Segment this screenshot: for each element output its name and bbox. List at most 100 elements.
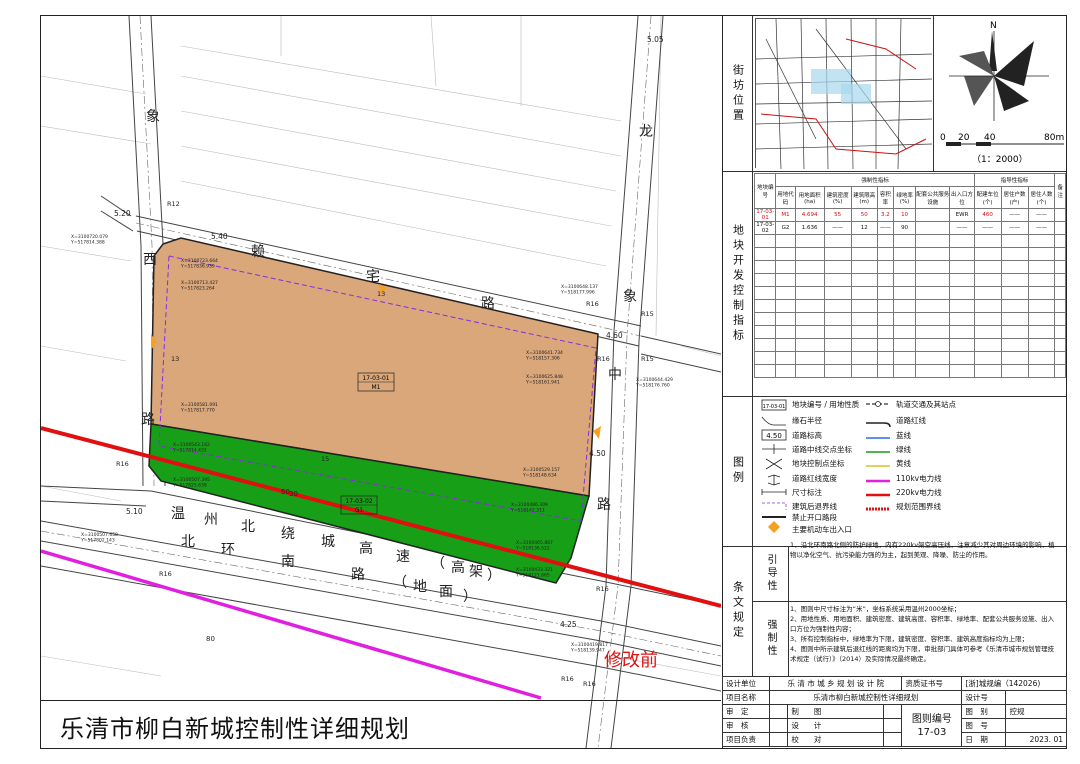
legend-swatch [761,489,787,495]
table-cell: 55 [823,208,852,222]
dim-label: 30 [289,490,298,498]
table-cell: 12 [850,221,878,235]
legend-label: 轨道交通及其站点 [896,399,956,409]
table-row: 17-03-02 G2 1.636 —— 12 —— 90 —— —— —— —… [753,221,1066,235]
legend-label: 地块编号 / 用地性质 [792,399,860,409]
legend-label: 地块控制点坐标 [792,458,845,468]
table-row [753,351,1066,365]
force-title: 强制性 [753,601,789,676]
table-cell: 1.636 [794,221,825,235]
table-cell: —— [1000,208,1029,222]
ring-char: 路 [351,567,365,583]
legend-sample: 4.50 [766,432,782,440]
map-canvas: 17-03-01 M1 17-03-02 G1 象 西 路 龙 象 中 路 赖 … [41,16,721,748]
highway-char: （ [431,556,445,572]
coord-label: X=3100713.427 Y=517823.264 [180,280,218,291]
table-row [753,312,1066,326]
coord-label: X=3100720.079 Y=517814.388 [70,234,108,245]
scale-tick: 80m [1044,133,1064,143]
tb-value: 17-03 [917,726,947,738]
scale-text: （1：2000） [972,154,1028,165]
road-name-char: 路 [597,497,611,513]
road-name-char: 宅 [366,269,380,285]
tb-label: 审 核 [721,718,771,733]
coord-label: X=3100465.867 Y=518136.522 [515,540,553,551]
table-cell: M1 [775,208,796,222]
ring-char: 北 [181,534,195,550]
table-row [753,260,1066,274]
compass-area: N 0 20 40 80m （1：2000） [933,16,1067,171]
legend-label: 主要机动车出入口 [792,524,852,534]
coord-label: X=3100419.817 Y=518139.947 [570,642,608,653]
dim-label: 15 [321,455,329,463]
table-header: 配建车位(个) [973,186,1002,209]
coord-label: X=3100641.734 Y=518157.306 [525,350,563,361]
legend-label: 110kv电力线 [896,473,942,483]
title-block: 设计单位 乐 清 市 城 乡 规 划 设 计 院 资质证书号 [浙]城规编（14… [721,676,1067,747]
table-cell: 460 [973,208,1002,222]
tb-label: 审 定 [721,704,771,719]
table-cell: —— [949,221,975,235]
legend-swatch [762,502,787,510]
coord-label: X=3100507.395 Y=517825.638 [172,477,210,488]
table-row [753,338,1066,352]
tb-label: 项目负责 [721,732,771,747]
highway-char: 绕 [281,526,295,542]
dim-label: 4.60 [606,331,623,340]
legend-label: 建筑后退界线 [792,501,837,511]
parcel-g1-code: 17-03-02 [345,498,372,505]
table-cell [1054,221,1066,235]
table-cell [915,221,951,235]
coord-label: X=3100644.429 Y=518176.760 [635,377,673,388]
table-header: 地块编号 [753,173,777,209]
dim-label: 5.40 [211,232,228,241]
legend-label: 道路中线交点坐标 [792,444,852,454]
power-line-110kv [41,549,542,700]
table-cell: 4.694 [794,208,825,222]
coord-label: X=3100543.162 Y=517814.431 [172,442,210,453]
dim-label: 5.05 [647,35,664,44]
legend-swatch [761,416,786,426]
table-header: 用地面积(ha) [794,186,825,209]
highway-char: 速 [396,549,410,565]
legend-label: 尺寸标注 [792,487,822,497]
table-header: 绿地率(%) [892,186,917,209]
road-name-char: 中 [608,367,622,383]
coord-label: X=3100648.137 Y=518177.996 [560,284,598,295]
parcel-m1-use: M1 [372,384,381,391]
table-row [753,247,1066,261]
table-cell [915,208,951,222]
legend-title: 图例 [723,396,753,546]
revision-stamp: 修改前 [604,650,658,671]
tb-label: 图则编号 [911,713,952,725]
legend-label: 绿线 [896,444,911,454]
tb-label: 图 号 [961,718,1007,733]
table-cell: —— [876,221,894,235]
table-cell: G2 [775,221,796,235]
ring-char: ） [463,589,477,605]
legend-label: 蓝线 [896,430,911,440]
tb-label: 制 图 [787,704,885,719]
dim-label: 50 [281,488,290,496]
table-cell: 17-03-01 [753,208,777,222]
legend-label: 道路红线宽度 [792,473,837,483]
ring-char: 环 [221,542,235,558]
force-item: 4、图则中所示建筑后退红线的距离均为下限，审批部门具体可参考《乐清市城市规划管理… [790,645,1055,663]
dim-label: 13 [377,290,385,298]
table-cell: —— [1027,221,1056,235]
table-row [753,364,1066,378]
tb-label: 项目名称 [721,690,771,705]
table-row [753,325,1066,339]
table-header: 居住户数(户) [1000,186,1029,209]
dim-label: R16 [583,680,596,688]
ring-char: 南 [281,554,295,570]
dim-label: R16 [597,355,610,363]
dim-label: R16 [561,675,574,683]
force-text: 1、图则中尺寸标注为“米”，坐标系统采用温州2000坐标； 2、用地性质、用地面… [790,604,1060,664]
tb-label: 资质证书号 [901,676,963,691]
dim-label: 5.20 [114,209,131,218]
table-header: 建筑限高(m) [850,186,878,209]
legend-label: 道路红线 [896,415,926,425]
dim-label: 4.50 [589,449,606,458]
scale-tick: 40 [984,133,996,143]
